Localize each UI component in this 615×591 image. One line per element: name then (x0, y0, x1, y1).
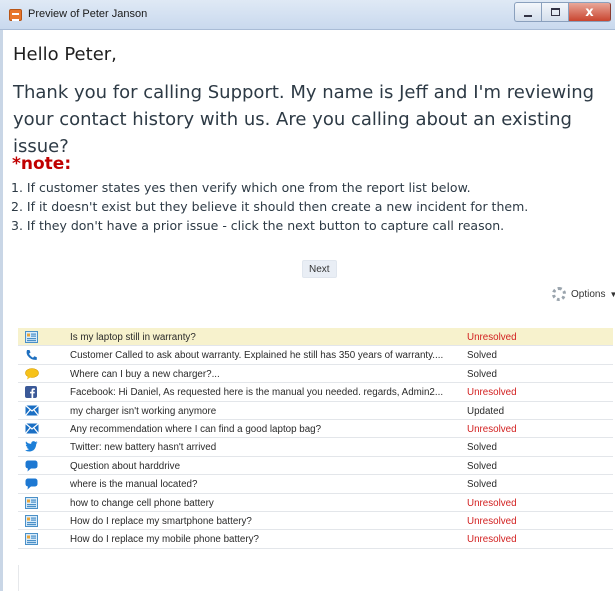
facebook-icon (25, 386, 38, 399)
note-heading: *note: (12, 154, 72, 174)
row-subject: Customer Called to ask about warranty. E… (70, 350, 444, 362)
table-row[interactable]: how to change cell phone battery Unresolv… (18, 494, 613, 512)
twitter-icon (25, 441, 38, 453)
email-icon (25, 422, 39, 435)
options-label: Options (571, 288, 606, 300)
row-subject: my charger isn't working anymore (70, 405, 217, 417)
row-status: Solved (467, 479, 497, 491)
speech-bubble-icon (25, 478, 38, 490)
maximize-icon (550, 8, 560, 16)
row-subject: Is my laptop still in warranty? (70, 332, 196, 343)
greeting-text: Hello Peter, (13, 44, 117, 65)
row-subject: Any recommendation where I can find a go… (70, 423, 322, 435)
row-status: Solved (467, 442, 497, 454)
report-icon (25, 514, 38, 527)
close-button[interactable]: x (568, 2, 611, 22)
row-subject: Question about harddrive (70, 460, 181, 472)
row-status: Unresolved (467, 534, 517, 546)
row-subject: where is the manual located? (70, 479, 198, 491)
table-row[interactable]: Customer Called to ask about warranty. E… (18, 346, 613, 365)
row-status: Unresolved (467, 497, 517, 509)
row-status: Unresolved (467, 332, 517, 343)
row-subject: Facebook: Hi Daniel, As requested here i… (70, 387, 444, 399)
minimize-button[interactable] (514, 2, 541, 22)
row-status: Unresolved (467, 515, 517, 527)
minimize-icon (524, 14, 532, 17)
chevron-down-icon: ▼ (609, 289, 615, 299)
table-row[interactable]: Question about harddrive Solved (18, 457, 613, 476)
row-status: Updated (467, 405, 505, 417)
row-subject: How do I replace my mobile phone battery… (70, 534, 259, 546)
app-icon (9, 9, 22, 21)
window-title: Preview of Peter Janson (28, 8, 148, 20)
email-icon (25, 404, 39, 417)
table-row[interactable]: Facebook: Hi Daniel, As requested here i… (18, 383, 613, 402)
contact-history-table: Is my laptop still in warranty? Unresolve… (18, 328, 613, 549)
row-subject: Where can I buy a new charger?... (70, 368, 220, 380)
table-row[interactable]: Where can I buy a new charger?... Solved (18, 365, 613, 384)
row-status: Solved (467, 460, 497, 472)
table-row[interactable]: How do I replace my mobile phone battery… (18, 530, 613, 549)
report-icon (25, 331, 38, 343)
agent-script-text: Thank you for calling Support. My name i… (13, 82, 595, 157)
maximize-button[interactable] (541, 2, 568, 22)
note-list: 1. If customer states yes then verify wh… (11, 178, 528, 235)
table-row[interactable]: How do I replace my smartphone battery? U… (18, 512, 613, 531)
note-item: 2. If it doesn't exist but they believe … (11, 199, 529, 214)
report-icon (25, 496, 38, 509)
window-titlebar: Preview of Peter Janson x (0, 0, 615, 30)
row-subject: how to change cell phone battery (70, 497, 214, 509)
window-controls: x (514, 2, 611, 22)
row-status: Solved (467, 350, 497, 362)
next-button[interactable]: Next (302, 260, 337, 278)
speech-bubble-icon (25, 460, 38, 472)
report-icon (25, 533, 38, 546)
table-row[interactable]: Twitter: new battery hasn't arrived Solve… (18, 438, 613, 457)
table-row[interactable]: where is the manual located? Solved (18, 475, 613, 494)
close-icon: x (585, 4, 594, 20)
row-subject: How do I replace my smartphone battery? (70, 515, 252, 527)
table-empty-area (18, 565, 613, 591)
gear-icon (552, 287, 566, 301)
row-status: Solved (467, 368, 497, 380)
row-subject: Twitter: new battery hasn't arrived (70, 442, 217, 454)
table-row[interactable]: my charger isn't working anymore Updated (18, 402, 613, 420)
window-frame-edge (0, 30, 3, 591)
table-row[interactable]: Is my laptop still in warranty? Unresolve… (18, 328, 613, 347)
row-status: Unresolved (467, 387, 517, 399)
note-item: 3. If they don't have a prior issue - cl… (11, 218, 505, 233)
chat-bubble-icon (25, 367, 39, 380)
phone-icon (25, 349, 38, 361)
options-menu-button[interactable]: Options ▼ (552, 287, 615, 301)
table-row[interactable]: Any recommendation where I can find a go… (18, 420, 613, 439)
note-item: 1. If customer states yes then verify wh… (11, 180, 471, 195)
row-status: Unresolved (467, 423, 517, 435)
